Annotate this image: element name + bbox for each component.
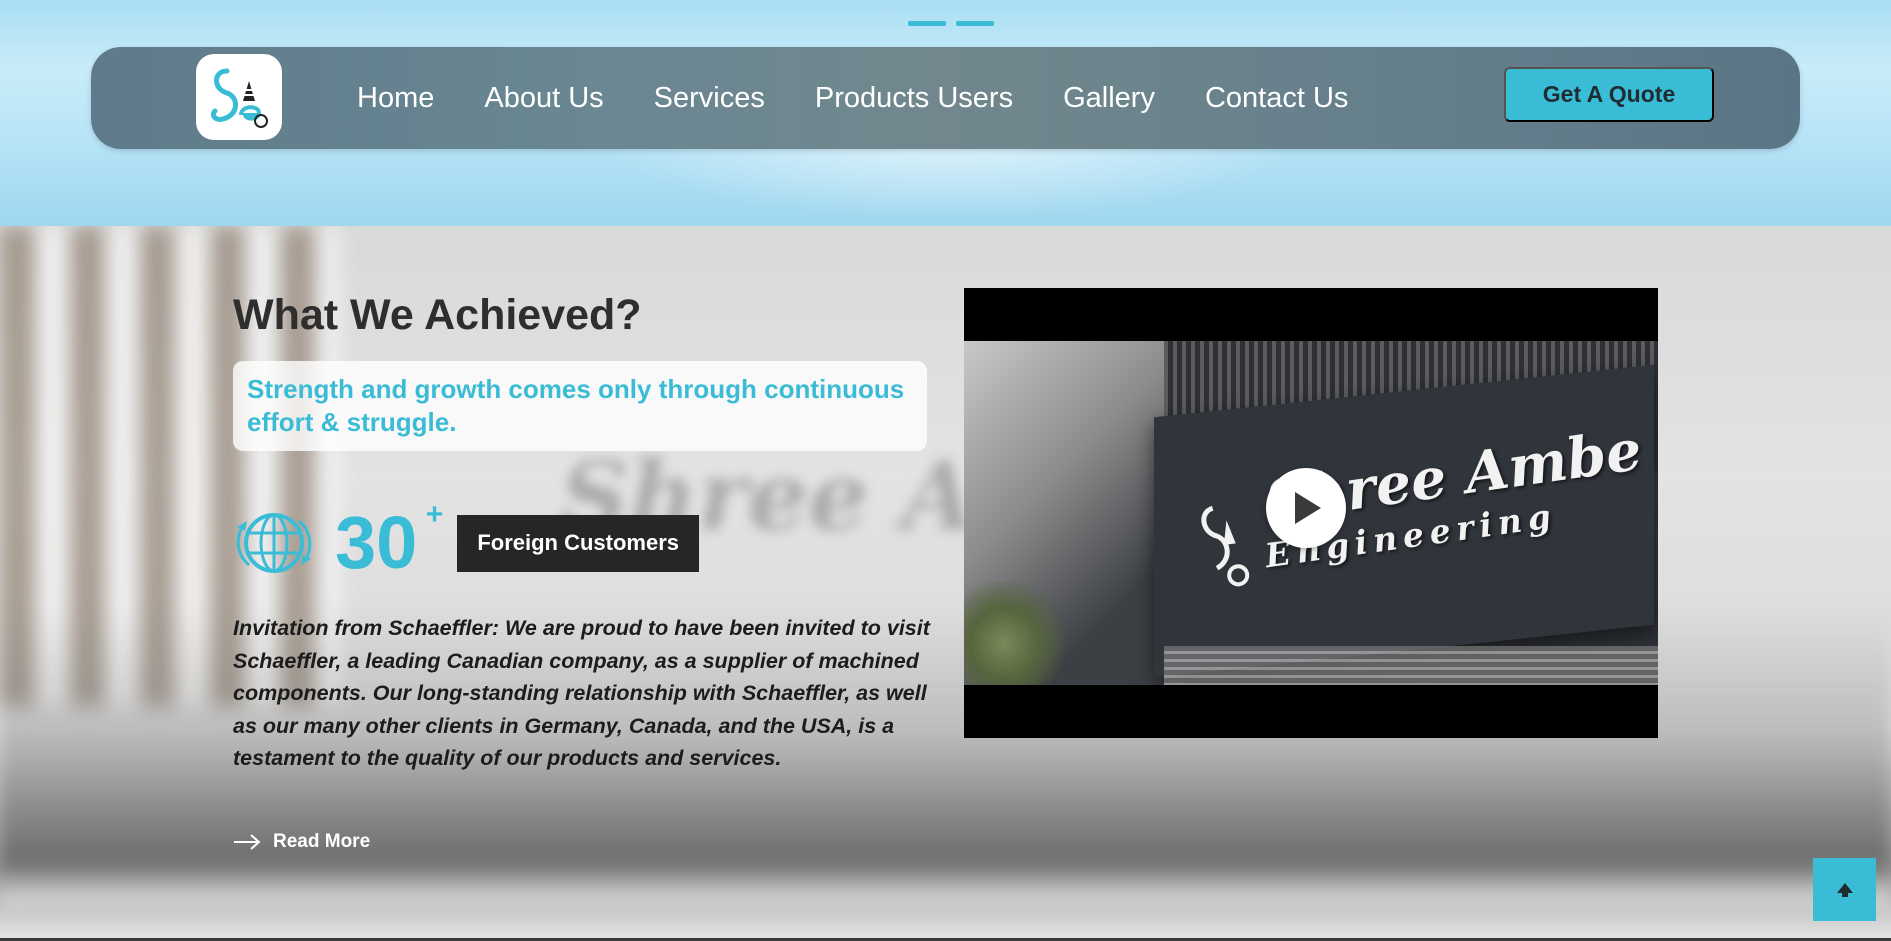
stat-label: Foreign Customers bbox=[457, 514, 700, 572]
play-icon bbox=[1295, 492, 1321, 524]
site-logo[interactable] bbox=[196, 54, 282, 140]
nav-link-gallery[interactable]: Gallery bbox=[1063, 82, 1155, 115]
description-text: Invitation from Schaeffler: We are proud… bbox=[233, 616, 930, 770]
nav-link-services[interactable]: Services bbox=[654, 82, 765, 115]
section-heading: What We Achieved? bbox=[233, 291, 642, 339]
se-logo-icon bbox=[210, 68, 268, 128]
play-button[interactable] bbox=[1266, 468, 1346, 548]
back-to-top-button[interactable] bbox=[1813, 858, 1876, 921]
stat-row: 30 + Foreign Customers bbox=[233, 498, 700, 588]
nav-link-contact-us[interactable]: Contact Us bbox=[1205, 82, 1348, 115]
main-navbar: Home About Us Services Products Users Ga… bbox=[91, 47, 1800, 149]
nav-link-about-us[interactable]: About Us bbox=[484, 82, 603, 115]
read-more-label: Read More bbox=[273, 831, 371, 852]
slider-dot-2[interactable] bbox=[956, 21, 994, 26]
thumbnail-logo-icon bbox=[1201, 505, 1250, 587]
thumbnail-window bbox=[1164, 646, 1658, 685]
arrow-right-icon bbox=[234, 834, 261, 850]
nav-link-home[interactable]: Home bbox=[357, 82, 434, 115]
video-player[interactable]: Shree Ambe Engineering bbox=[964, 288, 1658, 738]
nav-link-products-users[interactable]: Products Users bbox=[815, 82, 1013, 115]
arrow-up-icon bbox=[1836, 882, 1853, 897]
stat-number: 30 bbox=[335, 501, 418, 584]
motto-quote: Strength and growth comes only through c… bbox=[233, 361, 927, 451]
slider-dot-1[interactable] bbox=[908, 21, 946, 26]
read-more-link[interactable]: Read More bbox=[233, 831, 370, 853]
achievements-section: Shree Ambe What We Achieved? Strength an… bbox=[0, 226, 1891, 941]
slider-indicators bbox=[908, 21, 994, 26]
globe-icon bbox=[236, 513, 312, 573]
get-a-quote-button[interactable]: Get A Quote bbox=[1504, 67, 1714, 122]
nav-links: Home About Us Services Products Users Ga… bbox=[357, 47, 1348, 149]
stat-suffix: + bbox=[425, 498, 444, 531]
thumbnail-plant bbox=[964, 581, 1064, 685]
stat-value: 30 + bbox=[335, 500, 443, 580]
